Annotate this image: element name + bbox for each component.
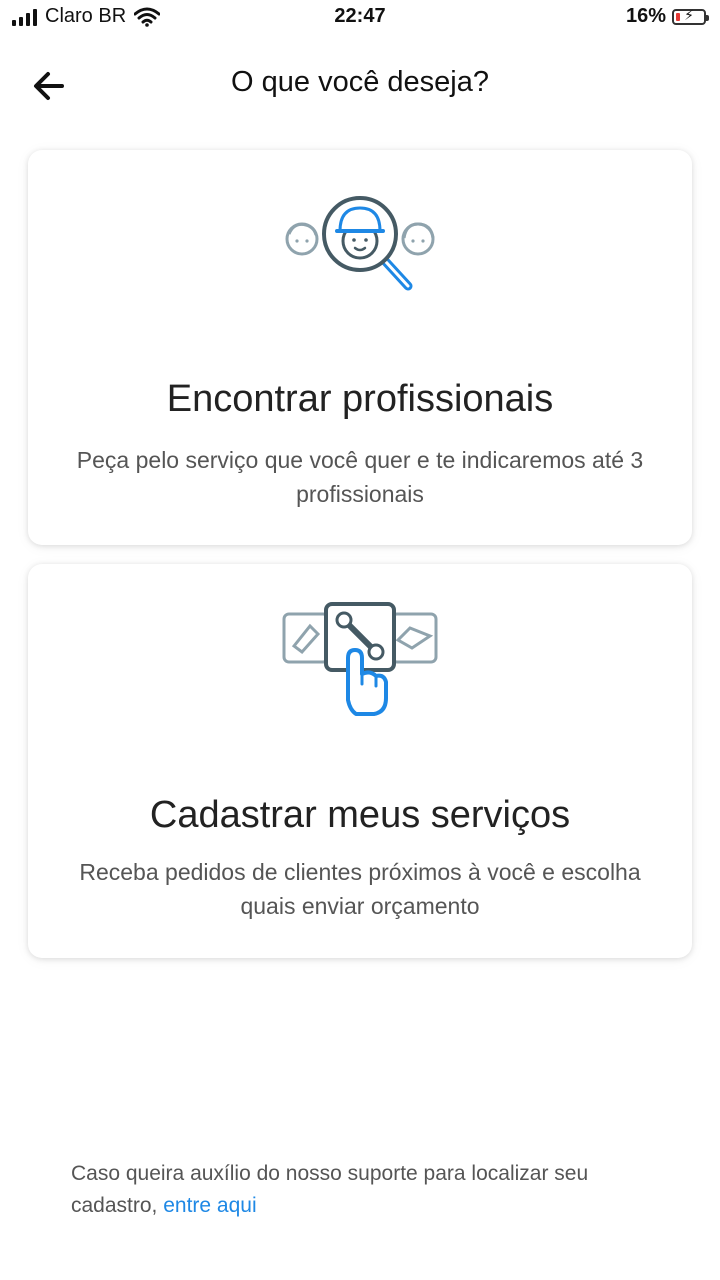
option-card-register-services[interactable]: Cadastrar meus serviços Receba pedidos d… xyxy=(28,564,692,958)
status-right: 16% ⚡ xyxy=(625,5,709,28)
status-time: 22:47 xyxy=(334,5,386,27)
support-footer: Caso queira auxílio do nosso suporte par… xyxy=(71,1158,671,1222)
support-link[interactable]: entre aqui xyxy=(163,1194,256,1217)
status-bar: Claro BR 22:47 16% ⚡ xyxy=(0,0,720,36)
page-title: O que você deseja? xyxy=(231,66,489,98)
search-professionals-icon xyxy=(285,196,435,291)
card-title: Encontrar profissionais xyxy=(166,378,554,420)
card-description: Peça pelo serviço que você quer e te ind… xyxy=(76,447,644,507)
illustration-wrap xyxy=(28,194,692,304)
charging-bolt-icon: ⚡ xyxy=(684,6,694,23)
header: O que você deseja? xyxy=(0,60,720,110)
card-title: Cadastrar meus serviços xyxy=(149,794,571,836)
register-services-icon xyxy=(282,602,438,716)
battery-icon: ⚡ xyxy=(672,6,709,25)
footer-text: Caso queira auxílio do nosso suporte par… xyxy=(71,1162,589,1217)
battery-percent: 16% xyxy=(625,5,666,27)
option-card-find-professionals[interactable]: Encontrar profissionais Peça pelo serviç… xyxy=(28,150,692,545)
card-description: Receba pedidos de clientes próximos à vo… xyxy=(79,859,641,919)
illustration-wrap xyxy=(28,600,692,720)
